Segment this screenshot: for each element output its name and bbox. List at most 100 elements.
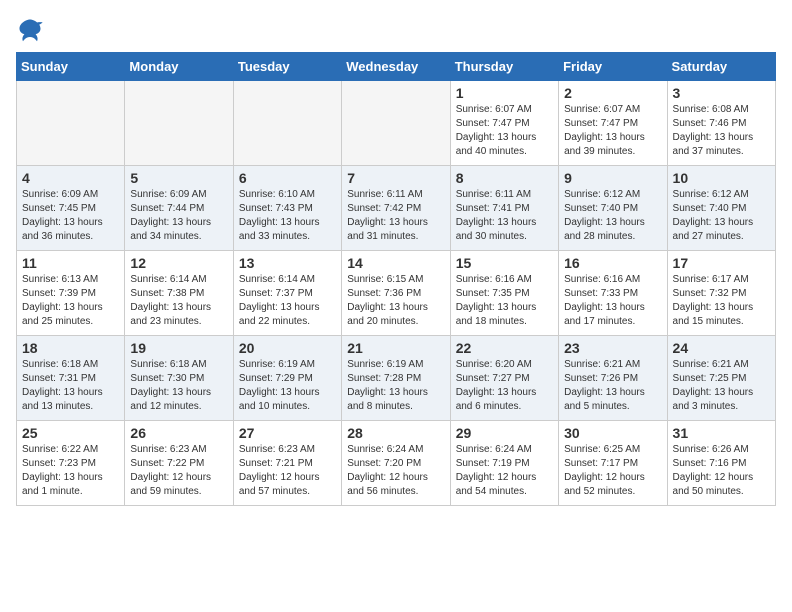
day-number: 16 bbox=[564, 255, 661, 271]
day-info: Sunrise: 6:14 AMSunset: 7:38 PMDaylight:… bbox=[130, 273, 227, 329]
day-info: Sunrise: 6:24 AMSunset: 7:19 PMDaylight:… bbox=[456, 443, 553, 499]
calendar-cell: 29 Sunrise: 6:24 AMSunset: 7:19 PMDayligh… bbox=[450, 421, 558, 506]
calendar-cell: 25 Sunrise: 6:22 AMSunset: 7:23 PMDayligh… bbox=[17, 421, 125, 506]
day-number: 10 bbox=[673, 170, 770, 186]
day-info: Sunrise: 6:18 AMSunset: 7:31 PMDaylight:… bbox=[22, 358, 119, 414]
day-number: 25 bbox=[22, 425, 119, 441]
day-number: 3 bbox=[673, 85, 770, 101]
day-info: Sunrise: 6:23 AMSunset: 7:22 PMDaylight:… bbox=[130, 443, 227, 499]
calendar-cell: 12Sunrise: 6:14 AMSunset: 7:38 PMDayligh… bbox=[125, 251, 233, 336]
calendar-cell: 27 Sunrise: 6:23 AMSunset: 7:21 PMDayligh… bbox=[233, 421, 341, 506]
calendar-cell: 18 Sunrise: 6:18 AMSunset: 7:31 PMDayligh… bbox=[17, 336, 125, 421]
calendar-cell: 6 Sunrise: 6:10 AMSunset: 7:43 PMDaylight… bbox=[233, 166, 341, 251]
day-info: Sunrise: 6:23 AMSunset: 7:21 PMDaylight:… bbox=[239, 443, 336, 499]
calendar-cell: 21 Sunrise: 6:19 AMSunset: 7:28 PMDayligh… bbox=[342, 336, 450, 421]
day-info: Sunrise: 6:11 AMSunset: 7:42 PMDaylight:… bbox=[347, 188, 444, 244]
day-info: Sunrise: 6:14 AMSunset: 7:37 PMDaylight:… bbox=[239, 273, 336, 329]
day-number: 20 bbox=[239, 340, 336, 356]
day-info: Sunrise: 6:19 AMSunset: 7:29 PMDaylight:… bbox=[239, 358, 336, 414]
day-info: Sunrise: 6:20 AMSunset: 7:27 PMDaylight:… bbox=[456, 358, 553, 414]
calendar-cell bbox=[17, 81, 125, 166]
day-info: Sunrise: 6:25 AMSunset: 7:17 PMDaylight:… bbox=[564, 443, 661, 499]
calendar-cell: 7 Sunrise: 6:11 AMSunset: 7:42 PMDaylight… bbox=[342, 166, 450, 251]
calendar-week-row: 18 Sunrise: 6:18 AMSunset: 7:31 PMDayligh… bbox=[17, 336, 776, 421]
calendar-cell: 4 Sunrise: 6:09 AMSunset: 7:45 PMDaylight… bbox=[17, 166, 125, 251]
calendar-cell: 15Sunrise: 6:16 AMSunset: 7:35 PMDayligh… bbox=[450, 251, 558, 336]
day-number: 24 bbox=[673, 340, 770, 356]
day-number: 31 bbox=[673, 425, 770, 441]
column-header-tuesday: Tuesday bbox=[233, 53, 341, 81]
calendar-week-row: 4 Sunrise: 6:09 AMSunset: 7:45 PMDaylight… bbox=[17, 166, 776, 251]
day-info: Sunrise: 6:12 AMSunset: 7:40 PMDaylight:… bbox=[673, 188, 770, 244]
calendar-cell: 8Sunrise: 6:11 AMSunset: 7:41 PMDaylight… bbox=[450, 166, 558, 251]
calendar-cell: 16 Sunrise: 6:16 AMSunset: 7:33 PMDayligh… bbox=[559, 251, 667, 336]
day-info: Sunrise: 6:10 AMSunset: 7:43 PMDaylight:… bbox=[239, 188, 336, 244]
calendar-cell: 1 Sunrise: 6:07 AMSunset: 7:47 PMDaylight… bbox=[450, 81, 558, 166]
day-number: 2 bbox=[564, 85, 661, 101]
calendar-week-row: 1 Sunrise: 6:07 AMSunset: 7:47 PMDaylight… bbox=[17, 81, 776, 166]
day-number: 26 bbox=[130, 425, 227, 441]
calendar-cell: 22 Sunrise: 6:20 AMSunset: 7:27 PMDayligh… bbox=[450, 336, 558, 421]
calendar-cell: 20 Sunrise: 6:19 AMSunset: 7:29 PMDayligh… bbox=[233, 336, 341, 421]
column-header-sunday: Sunday bbox=[17, 53, 125, 81]
day-info: Sunrise: 6:16 AMSunset: 7:33 PMDaylight:… bbox=[564, 273, 661, 329]
calendar-cell: 24Sunrise: 6:21 AMSunset: 7:25 PMDayligh… bbox=[667, 336, 775, 421]
day-info: Sunrise: 6:16 AMSunset: 7:35 PMDaylight:… bbox=[456, 273, 553, 329]
day-info: Sunrise: 6:21 AMSunset: 7:26 PMDaylight:… bbox=[564, 358, 661, 414]
calendar-cell bbox=[342, 81, 450, 166]
day-info: Sunrise: 6:24 AMSunset: 7:20 PMDaylight:… bbox=[347, 443, 444, 499]
day-number: 6 bbox=[239, 170, 336, 186]
day-info: Sunrise: 6:09 AMSunset: 7:44 PMDaylight:… bbox=[130, 188, 227, 244]
column-header-saturday: Saturday bbox=[667, 53, 775, 81]
day-number: 28 bbox=[347, 425, 444, 441]
calendar-week-row: 25 Sunrise: 6:22 AMSunset: 7:23 PMDayligh… bbox=[17, 421, 776, 506]
calendar-cell: 2 Sunrise: 6:07 AMSunset: 7:47 PMDaylight… bbox=[559, 81, 667, 166]
logo bbox=[16, 16, 48, 44]
day-number: 22 bbox=[456, 340, 553, 356]
day-number: 14 bbox=[347, 255, 444, 271]
calendar-cell: 10 Sunrise: 6:12 AMSunset: 7:40 PMDayligh… bbox=[667, 166, 775, 251]
column-header-wednesday: Wednesday bbox=[342, 53, 450, 81]
day-number: 11 bbox=[22, 255, 119, 271]
calendar-cell: 11Sunrise: 6:13 AMSunset: 7:39 PMDayligh… bbox=[17, 251, 125, 336]
day-number: 8 bbox=[456, 170, 553, 186]
day-info: Sunrise: 6:26 AMSunset: 7:16 PMDaylight:… bbox=[673, 443, 770, 499]
day-info: Sunrise: 6:08 AMSunset: 7:46 PMDaylight:… bbox=[673, 103, 770, 159]
calendar-cell: 23 Sunrise: 6:21 AMSunset: 7:26 PMDayligh… bbox=[559, 336, 667, 421]
day-number: 17 bbox=[673, 255, 770, 271]
calendar-cell: 28 Sunrise: 6:24 AMSunset: 7:20 PMDayligh… bbox=[342, 421, 450, 506]
calendar-cell: 30 Sunrise: 6:25 AMSunset: 7:17 PMDayligh… bbox=[559, 421, 667, 506]
day-info: Sunrise: 6:07 AMSunset: 7:47 PMDaylight:… bbox=[564, 103, 661, 159]
calendar-cell: 31 Sunrise: 6:26 AMSunset: 7:16 PMDayligh… bbox=[667, 421, 775, 506]
day-number: 9 bbox=[564, 170, 661, 186]
column-header-thursday: Thursday bbox=[450, 53, 558, 81]
day-number: 21 bbox=[347, 340, 444, 356]
calendar-cell: 5 Sunrise: 6:09 AMSunset: 7:44 PMDaylight… bbox=[125, 166, 233, 251]
day-info: Sunrise: 6:07 AMSunset: 7:47 PMDaylight:… bbox=[456, 103, 553, 159]
day-info: Sunrise: 6:19 AMSunset: 7:28 PMDaylight:… bbox=[347, 358, 444, 414]
day-info: Sunrise: 6:22 AMSunset: 7:23 PMDaylight:… bbox=[22, 443, 119, 499]
day-number: 7 bbox=[347, 170, 444, 186]
day-number: 30 bbox=[564, 425, 661, 441]
day-info: Sunrise: 6:17 AMSunset: 7:32 PMDaylight:… bbox=[673, 273, 770, 329]
calendar-cell: 17 Sunrise: 6:17 AMSunset: 7:32 PMDayligh… bbox=[667, 251, 775, 336]
calendar-cell: 3 Sunrise: 6:08 AMSunset: 7:46 PMDaylight… bbox=[667, 81, 775, 166]
calendar-week-row: 11Sunrise: 6:13 AMSunset: 7:39 PMDayligh… bbox=[17, 251, 776, 336]
calendar-header-row: SundayMondayTuesdayWednesdayThursdayFrid… bbox=[17, 53, 776, 81]
day-number: 23 bbox=[564, 340, 661, 356]
logo-bird-icon bbox=[16, 16, 44, 44]
day-number: 5 bbox=[130, 170, 227, 186]
day-number: 1 bbox=[456, 85, 553, 101]
column-header-monday: Monday bbox=[125, 53, 233, 81]
day-number: 18 bbox=[22, 340, 119, 356]
day-number: 29 bbox=[456, 425, 553, 441]
day-info: Sunrise: 6:09 AMSunset: 7:45 PMDaylight:… bbox=[22, 188, 119, 244]
day-number: 19 bbox=[130, 340, 227, 356]
column-header-friday: Friday bbox=[559, 53, 667, 81]
day-info: Sunrise: 6:18 AMSunset: 7:30 PMDaylight:… bbox=[130, 358, 227, 414]
day-number: 4 bbox=[22, 170, 119, 186]
calendar-table: SundayMondayTuesdayWednesdayThursdayFrid… bbox=[16, 52, 776, 506]
page-header bbox=[16, 16, 776, 44]
day-number: 27 bbox=[239, 425, 336, 441]
calendar-cell bbox=[233, 81, 341, 166]
